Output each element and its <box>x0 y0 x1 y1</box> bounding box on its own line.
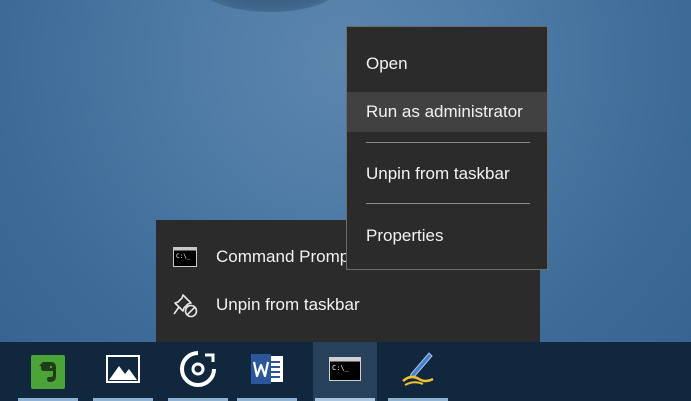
menu-separator <box>366 142 530 143</box>
jump-list-item-label: Command Prompt <box>216 247 354 266</box>
taskbar-app-evernote[interactable] <box>16 342 80 401</box>
evernote-icon <box>31 354 65 389</box>
wallpaper-decoration <box>200 0 340 12</box>
unpin-icon <box>172 292 198 318</box>
taskbar-app-photos[interactable] <box>91 342 155 401</box>
desktop: C:\_ Command Prompt Unpin from taskbar O… <box>0 0 691 401</box>
word-icon <box>249 352 285 391</box>
taskbar-app-word[interactable] <box>235 342 299 401</box>
context-menu-properties[interactable]: Properties <box>347 216 547 256</box>
groove-music-icon <box>179 350 217 393</box>
context-menu-open[interactable]: Open <box>347 44 547 84</box>
command-prompt-icon: C:\_ <box>172 244 198 270</box>
taskbar: C:\_ <box>0 342 691 401</box>
taskbar-app-command-prompt[interactable]: C:\_ <box>313 342 377 401</box>
context-menu-unpin-from-taskbar[interactable]: Unpin from taskbar <box>347 154 547 194</box>
context-menu: Open Run as administrator Unpin from tas… <box>346 26 548 270</box>
svg-text:C:\_: C:\_ <box>176 253 191 260</box>
jump-list-item-unpin[interactable]: Unpin from taskbar <box>156 284 540 326</box>
pen-tool-icon <box>399 350 437 393</box>
svg-text:C:\_: C:\_ <box>332 364 350 372</box>
context-menu-run-as-administrator[interactable]: Run as administrator <box>347 92 547 132</box>
menu-separator <box>366 203 530 204</box>
photos-icon <box>106 355 140 388</box>
taskbar-app-groove-music[interactable] <box>166 342 230 401</box>
command-prompt-icon: C:\_ <box>329 357 361 386</box>
jump-list-item-label: Unpin from taskbar <box>216 295 360 314</box>
taskbar-app-pen-tool[interactable] <box>386 342 450 401</box>
